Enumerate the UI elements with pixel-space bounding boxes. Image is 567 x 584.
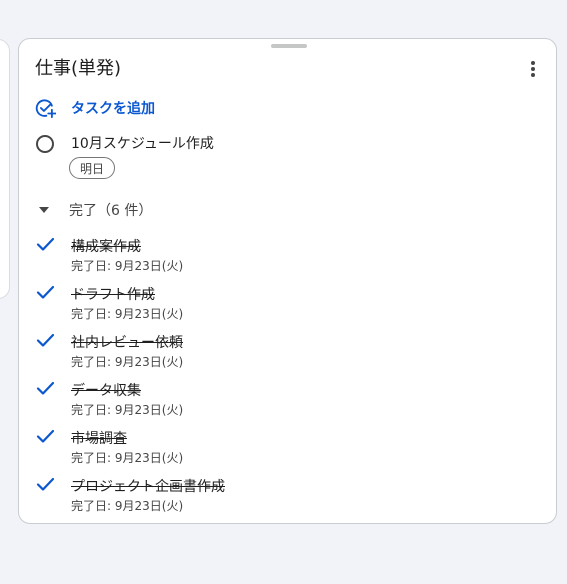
check-icon[interactable]	[35, 282, 55, 302]
completed-task-title: 市場調査	[71, 431, 127, 447]
completed-section-toggle[interactable]: 完了（6 件）	[33, 199, 152, 221]
completed-task-title: ドラフト作成	[71, 287, 155, 303]
caret-down-icon	[33, 207, 55, 213]
completed-header-label: 完了（6 件）	[69, 203, 153, 219]
completed-task-title: データ収集	[71, 383, 141, 399]
due-date-chip[interactable]: 明日	[69, 157, 116, 179]
completed-task-date: 完了日: 9月23日(火)	[71, 259, 184, 273]
completed-task-date: 完了日: 9月23日(火)	[71, 355, 184, 369]
completed-task-item[interactable]: データ収集 完了日: 9月23日(火)	[19, 376, 556, 424]
check-icon[interactable]	[35, 378, 55, 398]
pending-task-title[interactable]: 10月スケジュール作成	[71, 133, 214, 153]
add-task-icon	[33, 96, 57, 120]
task-list-card: 仕事(単発) タスクを追加 10月スケジュール作成 明日 完了（6 件） 構成案…	[18, 38, 557, 524]
more-options-button[interactable]	[519, 55, 547, 83]
completed-task-item[interactable]: ドラフト作成 完了日: 9月23日(火)	[19, 280, 556, 328]
list-title: 仕事(単発)	[35, 58, 122, 79]
complete-task-circle[interactable]	[36, 135, 54, 153]
completed-task-item[interactable]: 市場調査 完了日: 9月23日(火)	[19, 424, 556, 472]
completed-task-date: 完了日: 9月23日(火)	[71, 403, 184, 417]
add-task-button[interactable]: タスクを追加	[33, 96, 155, 120]
adjacent-list-card	[0, 39, 10, 299]
completed-task-title: プロジェクト企画書作成	[71, 479, 225, 495]
check-icon[interactable]	[35, 426, 55, 446]
completed-task-title: 社内レビュー依頼	[71, 335, 183, 351]
completed-task-item[interactable]: 構成案作成 完了日: 9月23日(火)	[19, 232, 556, 280]
completed-task-title: 構成案作成	[71, 239, 141, 255]
more-vert-icon	[531, 61, 535, 77]
completed-task-date: 完了日: 9月23日(火)	[71, 307, 184, 321]
check-icon[interactable]	[35, 330, 55, 350]
check-icon[interactable]	[35, 474, 55, 494]
drag-handle[interactable]	[271, 44, 307, 48]
check-icon[interactable]	[35, 234, 55, 254]
add-task-label: タスクを追加	[71, 101, 155, 117]
completed-task-list: 構成案作成 完了日: 9月23日(火) ドラフト作成 完了日: 9月23日(火)…	[19, 232, 556, 520]
completed-task-item[interactable]: プロジェクト企画書作成 完了日: 9月23日(火)	[19, 472, 556, 520]
completed-task-date: 完了日: 9月23日(火)	[71, 451, 184, 465]
completed-task-item[interactable]: 社内レビュー依頼 完了日: 9月23日(火)	[19, 328, 556, 376]
completed-task-date: 完了日: 9月23日(火)	[71, 499, 184, 513]
